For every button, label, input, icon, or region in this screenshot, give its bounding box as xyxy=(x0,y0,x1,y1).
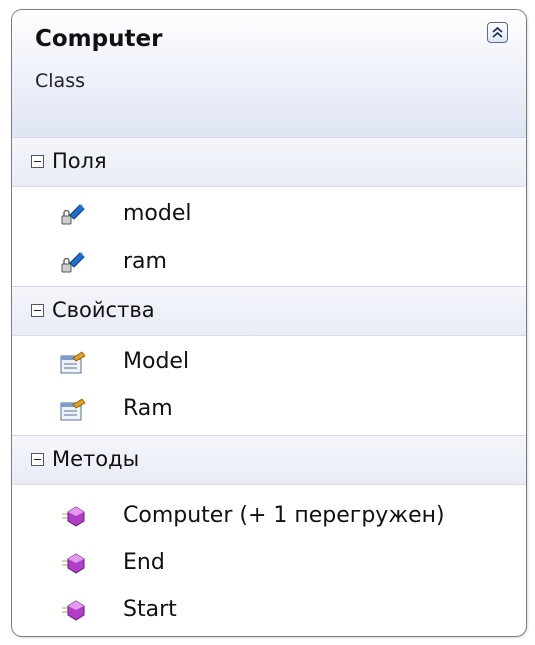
private-field-icon xyxy=(61,252,85,273)
method-icon xyxy=(62,553,85,574)
method-icon xyxy=(62,600,85,621)
method-icon xyxy=(62,506,85,527)
collapse-section-icon[interactable] xyxy=(31,304,44,317)
method-label: Computer (+ 1 перегружен) xyxy=(123,503,445,528)
method-end[interactable]: End xyxy=(12,541,526,587)
class-shape[interactable]: Computer Class Поля model ram Свойства M… xyxy=(11,9,527,637)
section-fields-header[interactable]: Поля xyxy=(12,137,526,187)
method-start[interactable]: Start xyxy=(12,588,526,634)
property-ram[interactable]: Ram xyxy=(12,387,526,433)
field-model[interactable]: model xyxy=(12,192,526,238)
collapse-section-icon[interactable] xyxy=(31,453,44,466)
method-label: Start xyxy=(123,597,177,622)
section-properties-label: Свойства xyxy=(52,298,155,322)
property-icon xyxy=(60,351,86,374)
method-computer[interactable]: Computer (+ 1 перегружен) xyxy=(12,494,526,540)
property-model[interactable]: Model xyxy=(12,340,526,386)
field-label: model xyxy=(123,201,192,226)
property-label: Ram xyxy=(123,396,173,421)
double-chevron-up-icon xyxy=(492,26,503,38)
class-stereotype: Class xyxy=(35,70,85,92)
property-label: Model xyxy=(123,349,190,374)
method-label: End xyxy=(123,550,165,575)
collapse-section-icon[interactable] xyxy=(31,155,44,168)
class-name[interactable]: Computer xyxy=(35,26,162,52)
collapse-button[interactable] xyxy=(487,22,508,43)
class-header: Computer Class xyxy=(12,10,526,138)
section-fields-label: Поля xyxy=(52,149,107,173)
property-icon xyxy=(60,398,86,421)
section-properties-header[interactable]: Свойства xyxy=(12,286,526,336)
private-field-icon xyxy=(61,204,85,225)
section-methods-label: Методы xyxy=(52,447,140,471)
section-methods-header[interactable]: Методы xyxy=(12,435,526,485)
field-label: ram xyxy=(123,249,167,274)
field-ram[interactable]: ram xyxy=(12,240,526,286)
